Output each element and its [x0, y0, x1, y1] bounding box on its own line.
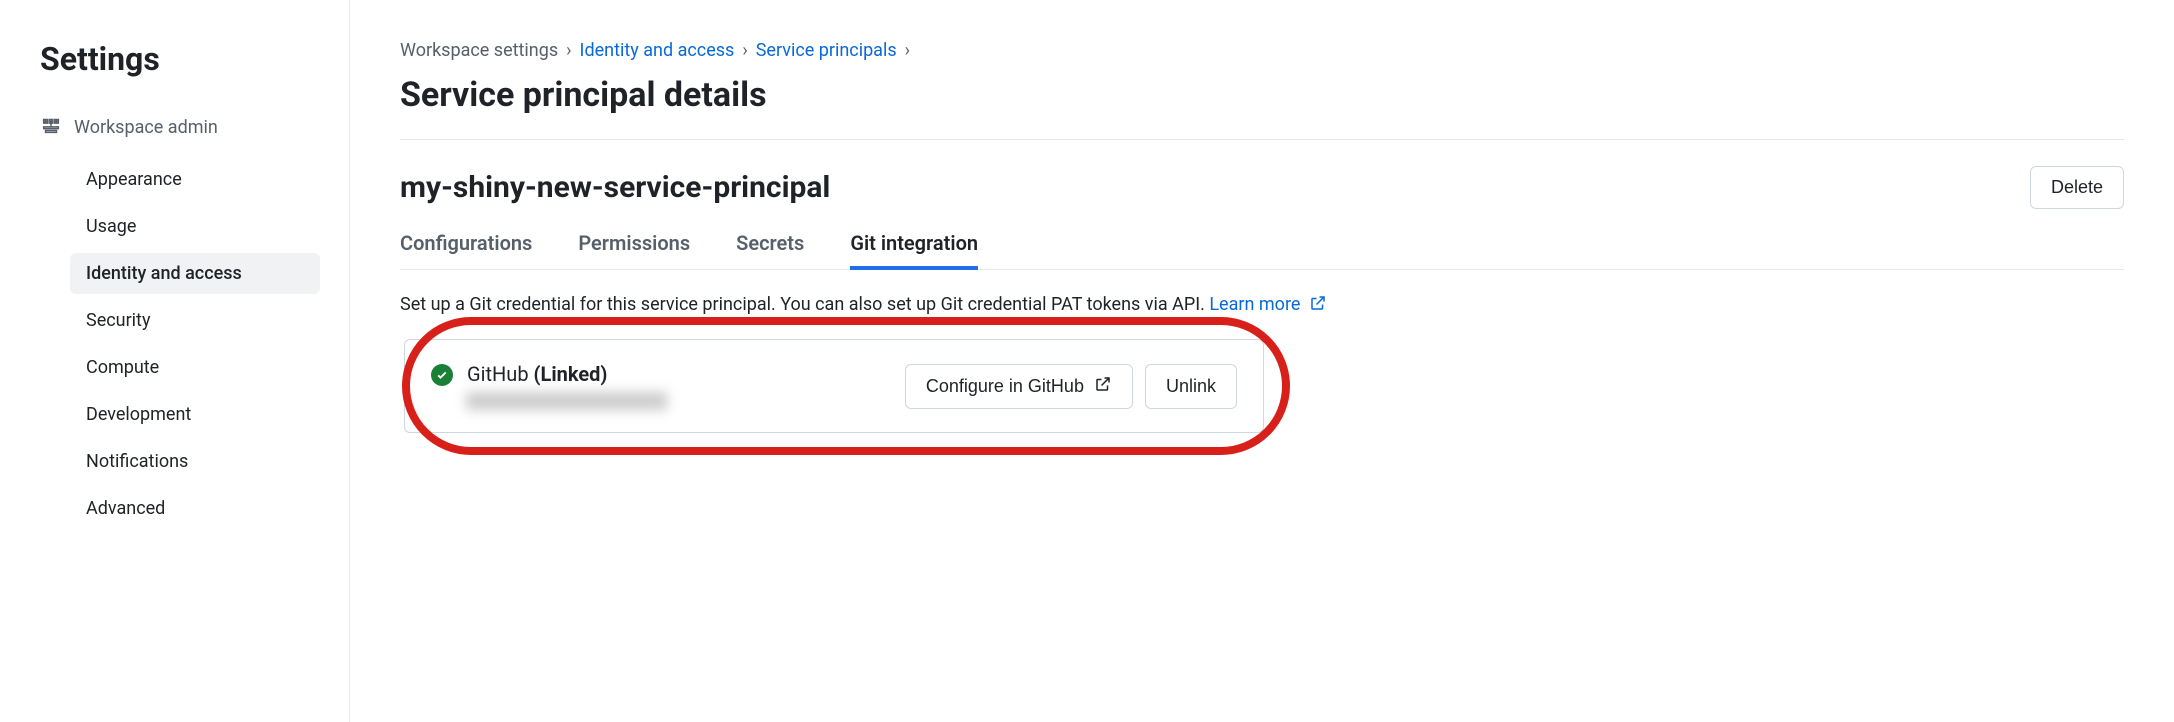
external-link-icon — [1309, 294, 1327, 317]
configure-in-github-button[interactable]: Configure in GitHub — [905, 364, 1133, 409]
breadcrumb-workspace-settings: Workspace settings — [400, 40, 558, 61]
breadcrumb-separator: › — [566, 40, 571, 61]
tab-git-integration[interactable]: Git integration — [850, 217, 978, 269]
sidebar-item-notifications[interactable]: Notifications — [70, 441, 320, 482]
delete-button[interactable]: Delete — [2030, 166, 2124, 209]
git-provider-card-wrap: GitHub (Linked) Configure in GitHub Unli… — [404, 339, 1264, 433]
sidebar-item-advanced[interactable]: Advanced — [70, 488, 320, 529]
page-title: Service principal details — [400, 75, 2124, 140]
sidebar-group-workspace-admin: Workspace admin — [40, 114, 349, 141]
breadcrumb: Workspace settings › Identity and access… — [400, 40, 2124, 61]
breadcrumb-separator: › — [905, 40, 910, 61]
workspace-admin-icon — [40, 114, 62, 141]
main-content: Workspace settings › Identity and access… — [350, 0, 2174, 722]
tab-configurations[interactable]: Configurations — [400, 217, 532, 269]
sidebar-group-label: Workspace admin — [74, 117, 218, 138]
git-provider-card: GitHub (Linked) Configure in GitHub Unli… — [404, 339, 1264, 433]
breadcrumb-separator: › — [742, 40, 747, 61]
tab-secrets[interactable]: Secrets — [736, 217, 804, 269]
settings-heading: Settings — [40, 40, 349, 78]
git-provider-subtext-redacted — [467, 392, 667, 410]
tabs: Configurations Permissions Secrets Git i… — [400, 217, 2124, 270]
external-link-icon — [1094, 375, 1112, 398]
tab-permissions[interactable]: Permissions — [578, 217, 690, 269]
sidebar-items-list: Appearance Usage Identity and access Sec… — [70, 159, 349, 529]
sidebar-item-compute[interactable]: Compute — [70, 347, 320, 388]
breadcrumb-service-principals[interactable]: Service principals — [756, 40, 897, 61]
learn-more-label: Learn more — [1209, 294, 1300, 315]
description-text: Set up a Git credential for this service… — [400, 294, 1209, 315]
sidebar: Settings Workspace admin Appearance Usag… — [0, 0, 350, 722]
breadcrumb-identity-and-access[interactable]: Identity and access — [580, 40, 735, 61]
git-provider-linked-label: (Linked) — [534, 362, 608, 386]
configure-label: Configure in GitHub — [926, 376, 1084, 397]
unlink-button[interactable]: Unlink — [1145, 364, 1237, 409]
sidebar-item-development[interactable]: Development — [70, 394, 320, 435]
learn-more-link[interactable]: Learn more — [1209, 294, 1327, 315]
git-provider-status: GitHub (Linked) — [467, 362, 667, 386]
git-integration-description: Set up a Git credential for this service… — [400, 294, 2124, 317]
service-principal-name: my-shiny-new-service-principal — [400, 170, 830, 205]
sidebar-item-identity-and-access[interactable]: Identity and access — [70, 253, 320, 294]
git-provider-name: GitHub — [467, 362, 529, 386]
sidebar-item-usage[interactable]: Usage — [70, 206, 320, 247]
sidebar-item-security[interactable]: Security — [70, 300, 320, 341]
sidebar-item-appearance[interactable]: Appearance — [70, 159, 320, 200]
check-circle-icon — [431, 364, 453, 386]
